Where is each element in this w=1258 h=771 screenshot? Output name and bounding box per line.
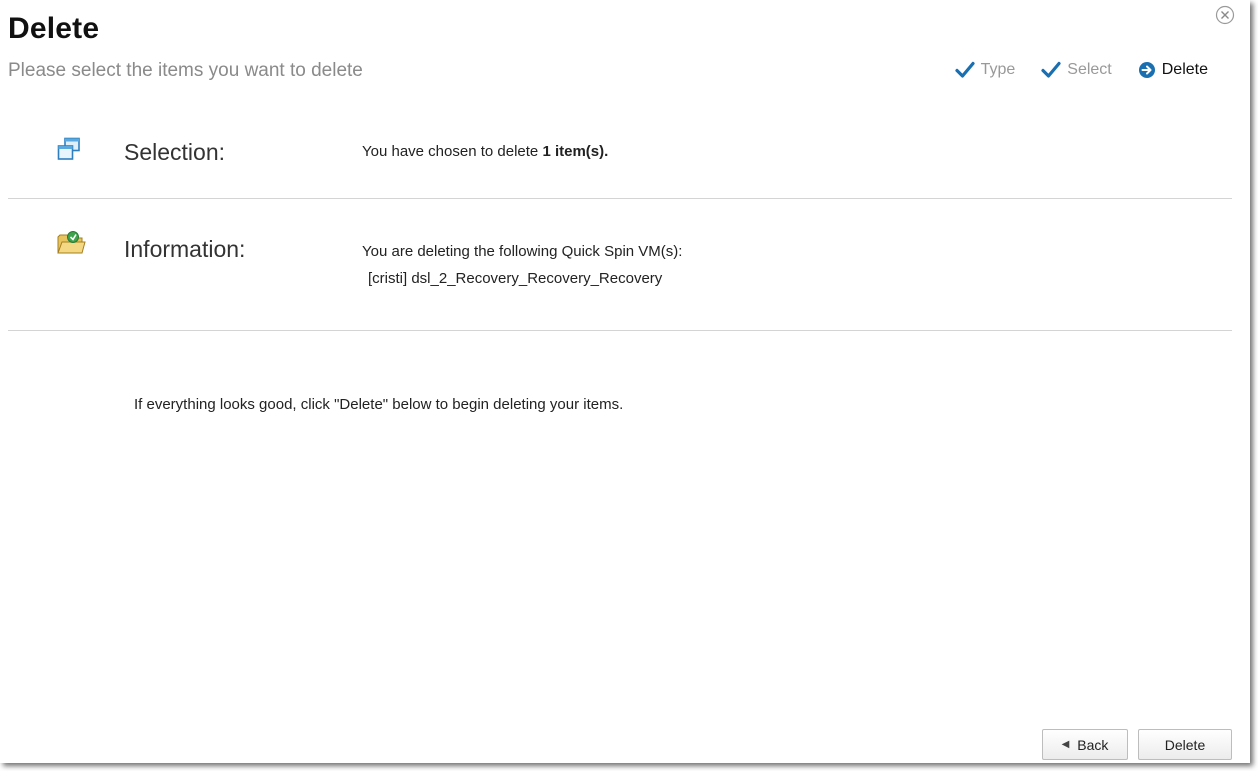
information-line-1: You are deleting the following Quick Spi… (362, 243, 683, 260)
back-button[interactable]: ◀ Back (1042, 729, 1128, 760)
information-label: Information: (124, 236, 246, 262)
selection-label: Selection: (124, 139, 226, 165)
selection-count: 1 item(s). (542, 143, 609, 160)
divider (8, 330, 1232, 331)
information-text: You are deleting the following Quick Spi… (362, 238, 682, 292)
checkmark-icon (1041, 61, 1061, 79)
selection-text-prefix: You have chosen to delete (362, 143, 543, 160)
step-label: Select (1067, 61, 1112, 78)
arrow-circle-icon (1138, 61, 1156, 79)
divider (8, 198, 1232, 199)
checkmark-icon (954, 61, 975, 79)
delete-dialog: Delete Please select the items you want … (0, 0, 1250, 763)
folder-icon (56, 230, 86, 261)
step-delete: Delete (1138, 61, 1208, 79)
dialog-title: Delete (8, 12, 100, 45)
dialog-subtitle: Please select the items you want to dele… (8, 60, 363, 81)
wizard-steps: Type Select Delete (929, 61, 1208, 79)
delete-button[interactable]: Delete (1138, 729, 1232, 760)
delete-button-label: Delete (1164, 736, 1206, 753)
step-select: Select (1041, 61, 1112, 79)
windows-stack-icon (56, 137, 82, 168)
step-label: Delete (1161, 61, 1208, 78)
step-type: Type (954, 61, 1016, 79)
chevron-left-icon: ◀ (1061, 739, 1070, 750)
selection-text: You have chosen to delete 1 item(s). (362, 138, 608, 165)
confirmation-hint: If everything looks good, click "Delete"… (134, 396, 624, 413)
back-button-label: Back (1077, 736, 1109, 753)
step-label: Type (980, 61, 1016, 78)
close-icon[interactable] (1215, 5, 1235, 25)
vm-name: [cristi] dsl_2_Recovery_Recovery_Recover… (368, 270, 663, 287)
